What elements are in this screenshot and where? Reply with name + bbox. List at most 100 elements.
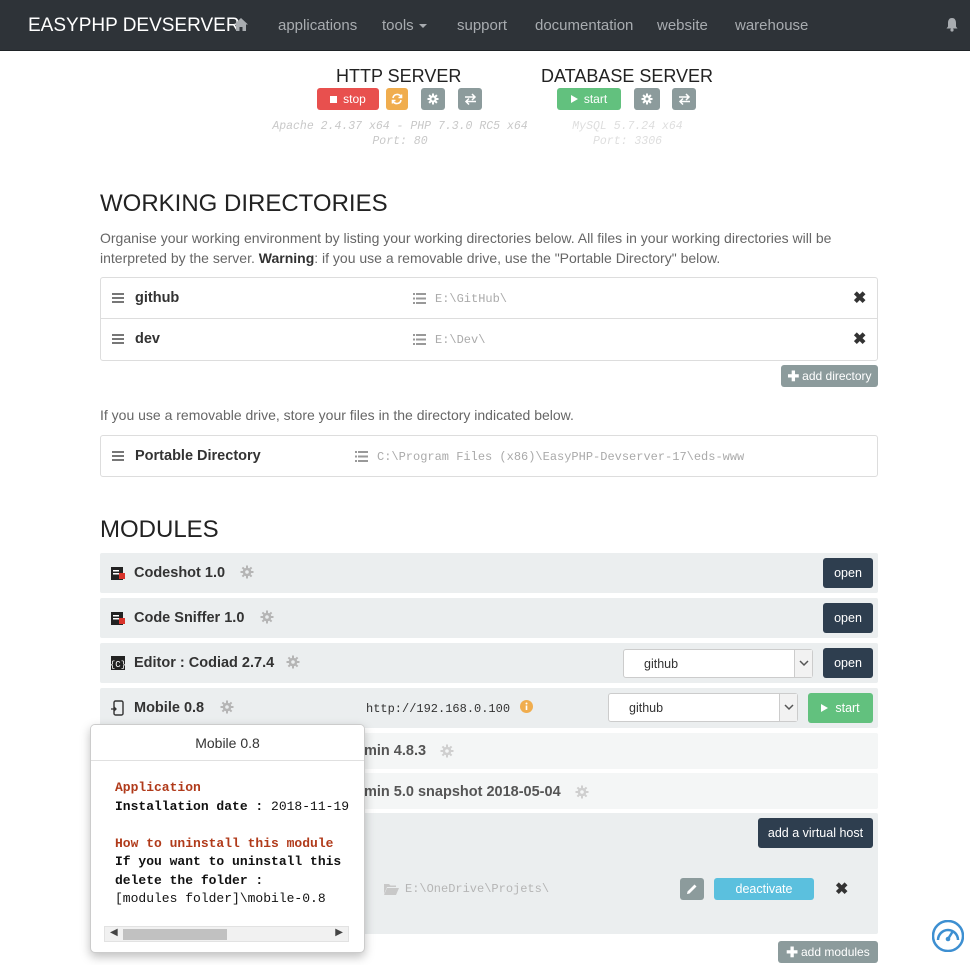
add-modules-button[interactable]: ✚ add modules [778,941,878,963]
list-icon [355,451,368,462]
nav-support[interactable]: support [457,17,507,34]
gear-icon[interactable] [286,655,300,669]
open-codiad-button[interactable]: open [823,648,873,678]
virtual-host-path: E:\OneDrive\Projets\ [405,882,550,896]
gear-icon[interactable] [575,785,589,799]
database-server-title: DATABASE SERVER [541,66,714,86]
remove-virtual-host-button[interactable]: ✖ [835,879,848,899]
mobile-url[interactable]: http://192.168.0.100 [366,702,510,716]
modules-title: MODULES [100,516,219,543]
brand-logo[interactable]: EASYPHP DEVSERVER [28,15,240,37]
add-virtual-host-button[interactable]: add a virtual host [758,818,873,848]
codiad-directory-select[interactable]: github [623,649,813,678]
install-date-label: Installation date : [115,798,272,814]
info-icon[interactable] [520,700,533,713]
portable-directory-row: Portable Directory C:\Program Files (x86… [101,436,877,477]
module-codeshot-icon [111,567,125,580]
directory-row: dev E:\Dev\ ✖ [101,319,877,360]
add-directory-label: add directory [802,369,872,383]
module-name: min 4.8.3 [364,743,427,759]
db-start-button[interactable]: start [557,88,621,110]
module-name: Code Sniffer 1.0 [134,610,245,626]
folder-open-icon [384,884,399,895]
http-switch-button[interactable] [458,88,482,110]
module-name: min 5.0 snapshot 2018-05-04 [364,784,561,800]
drag-handle-icon[interactable] [112,293,124,303]
mobile-start-button[interactable]: start [808,693,873,723]
http-settings-button[interactable] [421,88,445,110]
directory-path: E:\Dev\ [435,333,486,347]
popover-install-line: Installation date : 2018-11-19 [115,798,355,817]
module-row-codiad: {C} Editor : Codiad 2.7.4 github open [100,643,878,683]
working-directories-description: Organise your working environment by lis… [100,228,870,268]
play-icon [570,95,578,103]
add-directory-button[interactable]: ✚ add directory [781,365,878,387]
drag-handle-icon [112,451,124,461]
plus-icon: ✚ [786,943,798,960]
install-date-value: 2018-11-19 [271,798,350,814]
drag-handle-icon[interactable] [112,334,124,344]
directory-name[interactable]: github [135,290,179,306]
db-server-info: MySQL 5.7.24 x64 Port: 3306 [555,119,700,149]
deactivate-button[interactable]: deactivate [714,878,814,900]
http-server-version: Apache 2.4.37 x64 - PHP 7.3.0 RC5 x64 [272,120,528,133]
nav-tools-dropdown[interactable]: tools [382,17,427,34]
gear-icon [641,93,653,105]
list-icon [413,293,426,304]
remove-directory-button[interactable]: ✖ [853,288,866,308]
bell-icon[interactable] [945,17,959,32]
db-settings-button[interactable] [634,88,660,110]
nav-documentation[interactable]: documentation [535,17,633,34]
module-name: Editor : Codiad 2.7.4 [134,655,275,671]
popover-body: Application Installation date : 2018-11-… [115,779,355,909]
dashboard-gauge-icon[interactable] [932,920,964,952]
http-server-port: Port: 80 [372,135,428,148]
scroll-left-arrow-icon[interactable]: ◀ [110,927,118,938]
exchange-icon [678,93,690,105]
popover-spacer [115,816,355,835]
module-name: Mobile 0.8 [134,700,205,716]
module-info-popover: Mobile 0.8 Application Installation date… [90,724,365,953]
nav-website[interactable]: website [657,17,708,34]
popover-text: If you want to uninstall this [115,854,342,869]
mobile-directory-select[interactable]: github [608,693,798,722]
home-icon[interactable] [233,17,249,32]
http-server-info: Apache 2.4.37 x64 - PHP 7.3.0 RC5 x64 Po… [255,119,545,149]
warning-label: Warning [258,250,315,266]
popover-text: [modules folder]\mobile-0.8 [115,891,326,906]
scrollbar-thumb[interactable] [123,929,227,940]
popover-horizontal-scrollbar[interactable]: ◀ ▶ [104,926,349,942]
nav-warehouse[interactable]: warehouse [735,17,808,34]
http-stop-button[interactable]: stop [317,88,379,110]
remove-directory-button[interactable]: ✖ [853,329,866,349]
db-start-label: start [583,92,608,106]
gear-icon[interactable] [220,700,234,714]
http-stop-label: stop [343,92,366,106]
gear-icon[interactable] [440,744,454,758]
select-value: github [644,657,679,671]
popover-title: Mobile 0.8 [91,725,364,761]
refresh-icon [391,93,403,105]
description-text-2: : if you use a removable drive, use the … [314,250,721,266]
gear-icon[interactable] [260,610,274,624]
list-icon [413,334,426,345]
open-codesniffer-button[interactable]: open [823,603,873,633]
gear-icon[interactable] [240,565,254,579]
nav-tools-label: tools [382,17,414,34]
module-name: Codeshot 1.0 [134,565,226,581]
directory-name[interactable]: dev [135,331,160,347]
portable-directory-name: Portable Directory [135,448,261,464]
select-value: github [629,701,664,715]
db-switch-button[interactable] [672,88,696,110]
http-restart-button[interactable] [386,88,408,110]
open-codeshot-button[interactable]: open [823,558,873,588]
gear-icon [427,93,439,105]
nav-applications[interactable]: applications [278,17,357,34]
http-server-title: HTTP SERVER [336,66,462,86]
edit-virtual-host-button[interactable] [680,878,704,900]
portable-directory-path: C:\Program Files (x86)\EasyPHP-Devserver… [377,450,745,464]
module-row-mobile: Mobile 0.8 http://192.168.0.100 github s… [100,688,878,728]
scroll-right-arrow-icon[interactable]: ▶ [335,927,343,938]
working-directories-list: github E:\GitHub\ ✖ dev E:\Dev\ ✖ [100,277,878,361]
pencil-icon [687,884,697,894]
